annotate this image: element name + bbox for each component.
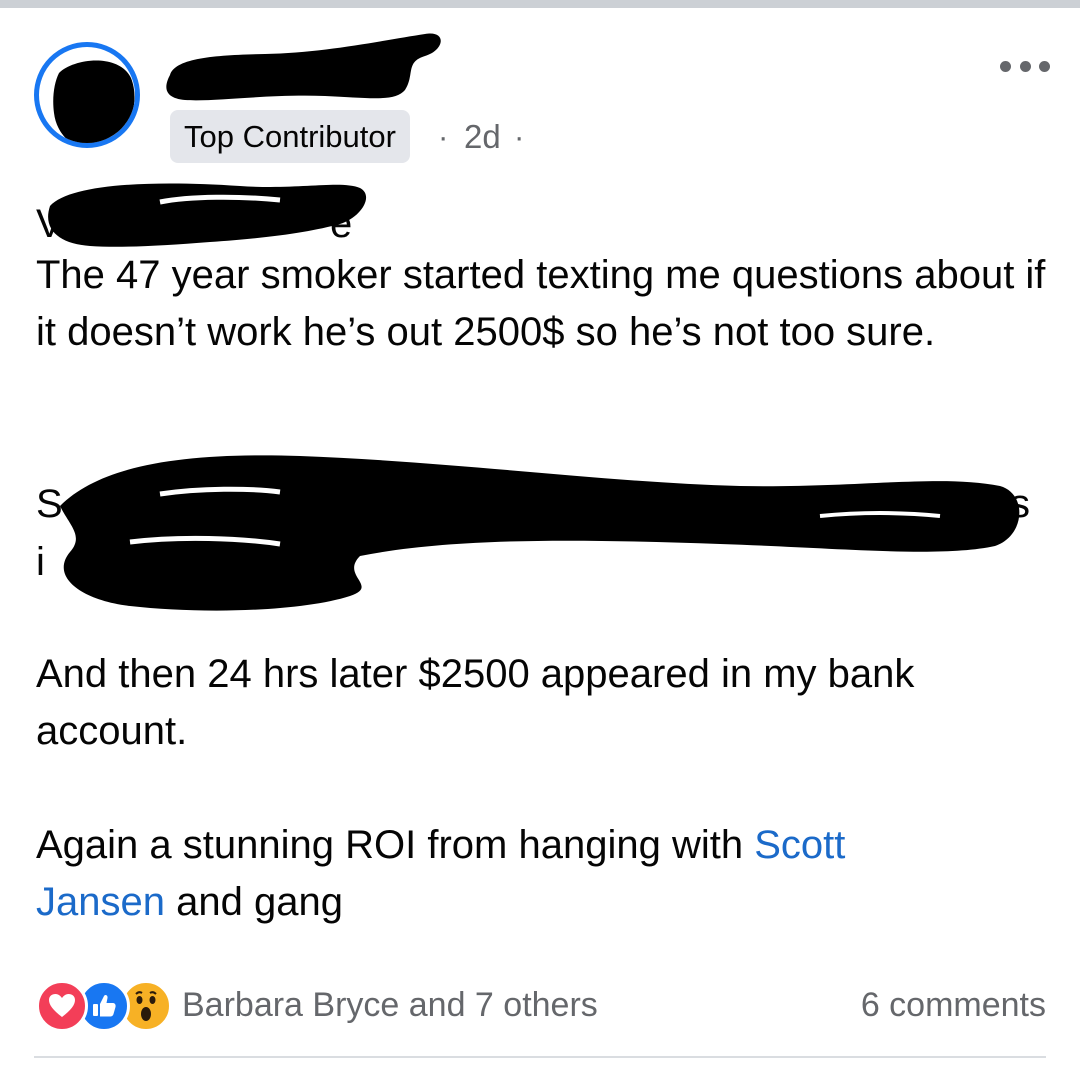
reaction-icons[interactable] [36, 980, 176, 1032]
reactors-summary[interactable]: Barbara Bryce and 7 others [182, 980, 598, 1030]
post-paragraph-1: The 47 year smoker started texting me qu… [36, 253, 1046, 354]
paragraph-4-text: Again a stunning ROI from hanging with [36, 823, 755, 867]
redaction-mark [60, 455, 1020, 611]
heart-icon [36, 980, 88, 1032]
meta-separator: · [438, 119, 449, 154]
redaction-mark [48, 183, 367, 247]
avatar[interactable] [34, 42, 140, 148]
more-options-icon[interactable] [1000, 56, 1050, 76]
post-paragraph-4: Again a stunning ROI from hanging with S… [36, 817, 1046, 931]
post-footer: Barbara Bryce and 7 others 6 comments [0, 970, 1080, 1040]
author-name-redaction[interactable] [155, 20, 455, 110]
post-header: Top Contributor · 2d · [0, 0, 1080, 170]
post-timestamp[interactable]: 2d [464, 110, 501, 163]
top-contributor-badge[interactable]: Top Contributor [170, 110, 410, 163]
meta-separator: · [514, 119, 525, 154]
footer-divider [34, 1056, 1046, 1058]
post-paragraph-3: And then 24 hrs later $2500 appeared in … [36, 652, 915, 753]
mention-scott-jansen[interactable]: Scott [754, 823, 845, 867]
mention-scott-jansen[interactable]: Jansen [36, 880, 165, 924]
comments-count[interactable]: 6 comments [861, 980, 1046, 1030]
paragraph-4-text: and gang [164, 880, 343, 924]
avatar-redaction [53, 60, 135, 143]
